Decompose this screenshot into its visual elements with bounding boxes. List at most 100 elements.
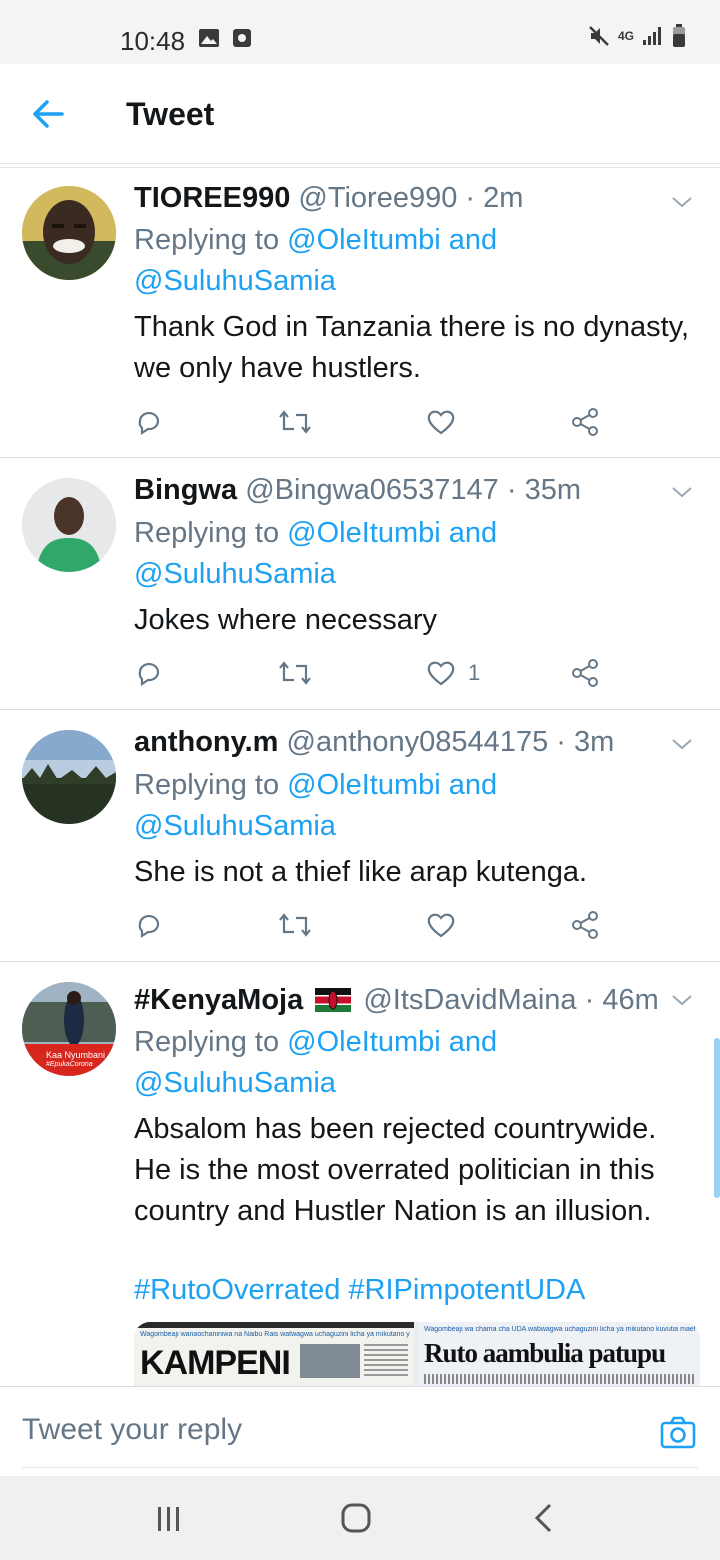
media-right: Wagombeaji wa chama cha UDA wabwagwa uch… [418,1322,700,1388]
page-title: Tweet [126,96,215,132]
tweet-time: 2m [483,182,524,214]
share-button[interactable] [570,656,600,690]
like-button[interactable] [426,908,468,942]
time-separator: · [457,182,484,214]
tweet-time: 35m [524,474,581,506]
reply-icon [138,662,160,687]
heart-icon [427,661,455,686]
chevron-down-icon[interactable] [670,988,694,1012]
avatar[interactable] [22,478,116,572]
scrollbar[interactable] [714,1038,720,1198]
media-left-headline: KAMPENI [140,1344,291,1382]
mention-joiner[interactable]: and [441,224,497,256]
home-icon[interactable] [340,1502,372,1534]
mention-link[interactable]: @OleItumbi [287,769,441,801]
heart-icon [427,913,455,938]
author-name[interactable]: anthony.m [134,726,278,758]
replying-prefix: Replying to [134,224,288,256]
camera-icon[interactable] [660,1415,696,1449]
mention-link[interactable]: @SuluhuSamia [134,265,336,297]
tweet-text: Thank God in Tanzania there is no dynast… [134,311,690,384]
recent-apps-icon[interactable] [154,1504,184,1534]
nav-back-icon[interactable] [532,1502,556,1534]
back-arrow-icon[interactable] [28,94,68,134]
chevron-down-icon[interactable] [670,480,694,504]
author-name[interactable]: #KenyaMoja [134,984,303,1016]
replying-to: Replying to @OleItumbi and @SuluhuSamia [134,220,704,302]
tweet-item[interactable]: anthony.m @anthony08544175 · 3m Replying… [0,710,720,962]
mention-joiner[interactable]: and [441,1026,497,1058]
tweet-item[interactable]: TIOREE990 @Tioree990 · 2m Replying to @O… [0,170,720,458]
avatar-caption: Kaa Nyumbani [46,1050,106,1060]
tweet-text: Jokes where necessary [134,604,438,636]
media-left: Wagombeaji wanaochaniniwa na Naibu Rais … [134,1322,414,1388]
author-handle[interactable]: @ItsDavidMaina [363,984,576,1016]
heart-icon [427,410,455,435]
kenya-flag-icon [315,988,352,1012]
replying-to: Replying to @OleItumbi and @SuluhuSamia [134,513,704,595]
mute-icon [589,26,609,46]
reply-icon [138,411,160,436]
share-button[interactable] [570,908,600,942]
mention-link[interactable]: @SuluhuSamia [134,558,336,590]
avatar[interactable] [22,186,116,280]
reply-icon [138,914,160,939]
replying-prefix: Replying to [134,517,288,549]
reply-button[interactable] [134,405,164,439]
chevron-down-icon[interactable] [670,732,694,756]
like-button[interactable]: 1 [426,656,480,690]
retweet-icon [279,661,311,685]
author-name[interactable]: TIOREE990 [134,182,290,214]
system-nav-bar [0,1476,720,1560]
share-icon [572,408,598,436]
mention-link[interactable]: @OleItumbi [287,517,441,549]
author-handle[interactable]: @Tioree990 [298,182,457,214]
tweet-media[interactable]: Wagombeaji wanaochaniniwa na Naibu Rais … [134,1322,700,1388]
mention-link[interactable]: @OleItumbi [287,1026,441,1058]
like-button[interactable] [426,405,468,439]
tweet-header: #KenyaMoja @ItsDavidMaina · 46m [134,984,659,1017]
media-right-headline: Ruto aambulia patupu [424,1338,666,1368]
time-separator: · [548,726,574,758]
retweet-button[interactable] [278,908,312,942]
author-name[interactable]: Bingwa [134,474,237,506]
battery-icon [673,24,685,47]
author-handle[interactable]: @anthony08544175 [287,726,549,758]
avatar[interactable] [22,730,116,824]
status-bar: 10:48 4G [0,0,720,64]
network-4g-icon: 4G [617,29,634,43]
chevron-down-icon[interactable] [670,190,694,214]
avatar[interactable]: Kaa Nyumbani #EpukaCorona [22,982,116,1076]
like-count: 1 [468,660,481,685]
reply-button[interactable] [134,656,164,690]
mention-link[interactable]: @SuluhuSamia [134,810,336,842]
replying-prefix: Replying to [134,769,288,801]
retweet-button[interactable] [278,656,312,690]
reply-input-underline [22,1467,698,1468]
retweet-button[interactable] [278,405,312,439]
mention-link[interactable]: @OleItumbi [287,224,441,256]
media-icon [233,29,251,47]
divider [0,164,720,168]
image-icon [199,29,219,47]
author-handle[interactable]: @Bingwa06537147 [245,474,499,506]
tweet-header: TIOREE990 @Tioree990 · 2m [134,182,523,215]
mention-link[interactable]: @SuluhuSamia [134,1067,336,1099]
app-bar: Tweet [0,64,720,164]
time-separator: · [498,474,525,506]
tweet-header: Bingwa @Bingwa06537147 · 35m [134,474,581,507]
share-button[interactable] [570,405,600,439]
tweet-time: 46m [602,984,659,1016]
reply-button[interactable] [134,908,164,942]
mention-joiner[interactable]: and [441,769,497,801]
tweet-actions [134,405,604,445]
hashtag-links[interactable]: #RutoOverrated #RIPimpotentUDA [134,1274,585,1307]
tweet-item[interactable]: Bingwa @Bingwa06537147 · 35m Replying to… [0,458,720,710]
reply-input[interactable]: Tweet your reply [22,1413,242,1447]
mention-joiner[interactable]: and [441,517,497,549]
signal-icon [643,27,661,45]
avatar-caption-hashtag: #EpukaCorona [46,1061,93,1068]
reply-bar: Tweet your reply [0,1386,720,1476]
tweet-actions [134,908,604,948]
status-time: 10:48 [120,26,186,56]
